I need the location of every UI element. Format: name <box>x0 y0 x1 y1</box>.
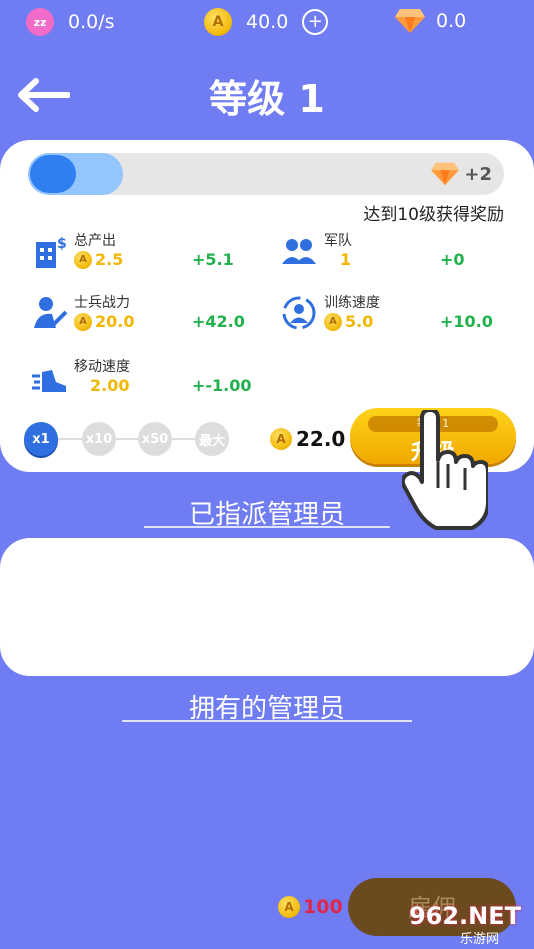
stat-army: 军队 1 +0 <box>280 230 480 274</box>
hire-cost: A 100 <box>278 896 343 918</box>
stat-total-output: $ 总产出 A 2.5 +5.1 <box>30 230 234 274</box>
stat-increase: +42.0 <box>192 312 245 331</box>
multiplier-x1-button[interactable]: x1 <box>24 422 58 456</box>
multiplier-x50-button[interactable]: x50 <box>138 422 172 456</box>
multiplier-max-button[interactable]: 最大 <box>195 422 229 456</box>
stat-label: 移动速度 <box>74 359 130 375</box>
coin-icon: A <box>270 428 292 450</box>
idle-rate-value: 0.0/s <box>68 11 115 33</box>
stat-value: 2.00 <box>90 376 130 395</box>
page-title: 等级 1 <box>209 77 325 121</box>
progress-knob <box>30 155 76 193</box>
training-cycle-icon <box>282 296 316 330</box>
owned-title-underline <box>122 720 412 722</box>
stat-label: 总产出 <box>74 233 116 249</box>
coin-balance-value: 40.0 <box>246 11 289 33</box>
reward-goal-text: 达到10级获得奖励 <box>363 205 504 225</box>
reward-amount: +2 <box>464 163 492 185</box>
gem-balance-value: 0.0 <box>436 10 467 32</box>
running-shoe-icon <box>32 370 66 392</box>
assigned-title-underline <box>144 526 390 528</box>
stat-value: 1 <box>340 250 352 269</box>
watermark-subtext: 乐游网 <box>460 932 500 947</box>
gem-balance: 0.0 <box>394 8 466 34</box>
stat-label: 士兵战力 <box>74 295 130 311</box>
soldier-sword-icon <box>34 297 68 328</box>
gem-icon <box>395 9 425 33</box>
coin-icon: A <box>324 312 342 331</box>
stat-value: A 2.5 <box>74 250 123 269</box>
coin-icon: A <box>278 896 300 918</box>
stat-increase: +0 <box>440 250 465 269</box>
sleep-icon: zz <box>26 8 54 36</box>
add-coins-icon[interactable]: + <box>302 9 329 35</box>
troops-icon <box>282 239 316 264</box>
stat-label: 训练速度 <box>324 295 380 311</box>
stat-increase: +-1.00 <box>192 376 252 395</box>
reward-badge: +2 <box>430 162 492 186</box>
upgrade-cost: A 22.0 <box>270 427 345 451</box>
coin-icon: A <box>74 312 92 331</box>
stat-increase: +5.1 <box>192 250 234 269</box>
stat-increase: +10.0 <box>440 312 493 331</box>
watermark-logo-text: 962.NET <box>408 902 522 930</box>
idle-rate-display: zz 0.0/s <box>26 8 115 36</box>
coin-icon: A <box>204 8 232 36</box>
assigned-managers-panel <box>0 538 534 676</box>
multiplier-x10-button[interactable]: x10 <box>82 422 116 456</box>
building-money-icon: $ <box>36 236 67 268</box>
stat-soldier-power: 士兵战力 A 20.0 +42.0 <box>30 292 250 336</box>
svg-text:$: $ <box>57 236 67 252</box>
coin-balance: A 40.0 + <box>204 8 329 36</box>
stat-value: A 5.0 <box>324 312 373 331</box>
stat-label: 军队 <box>324 233 352 249</box>
stat-value: A 20.0 <box>74 312 134 331</box>
site-watermark: 962.NET 乐游网 <box>398 896 532 947</box>
gem-icon <box>431 162 460 186</box>
coin-icon: A <box>74 250 92 269</box>
stat-move-speed: 移动速度 2.00 +-1.00 <box>30 356 260 400</box>
stat-training-speed: 训练速度 A 5.0 +10.0 <box>280 292 500 336</box>
